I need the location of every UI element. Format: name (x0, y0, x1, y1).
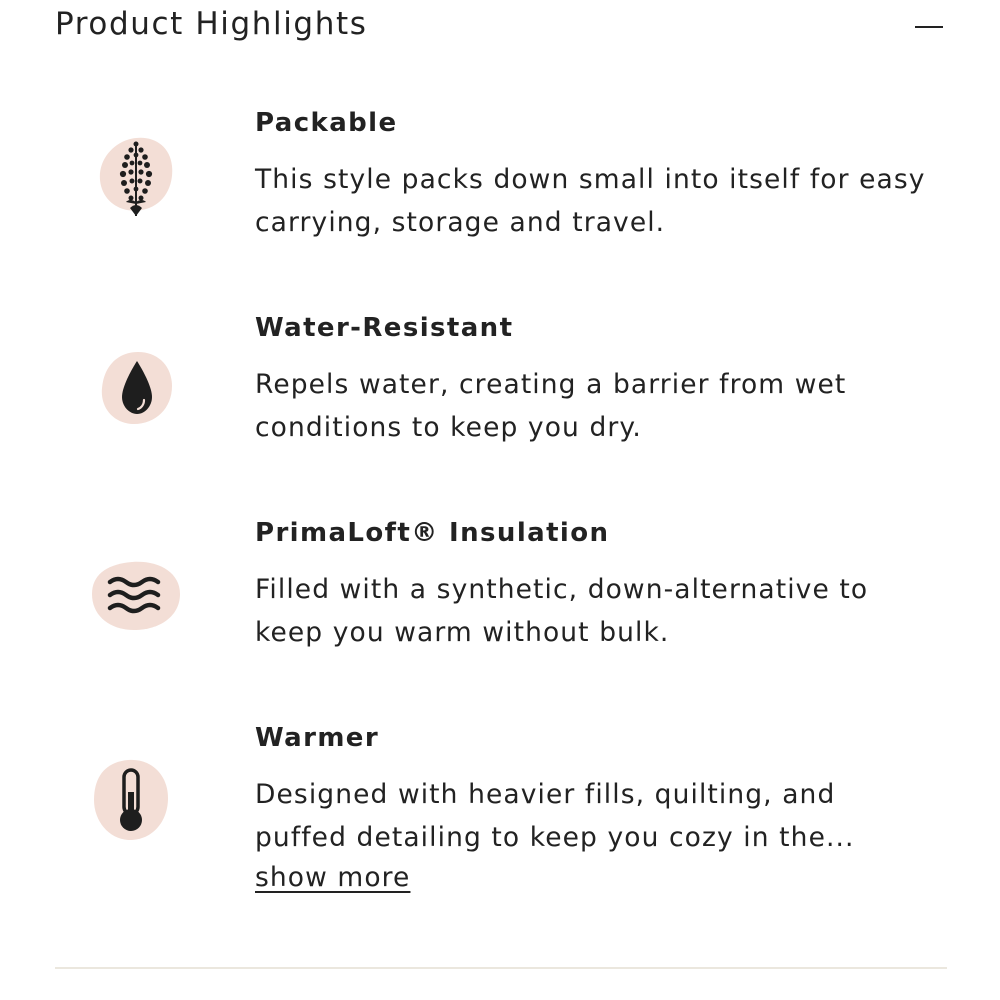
water-drop-icon (92, 344, 182, 434)
highlight-title: Packable (255, 108, 398, 138)
highlight-description: Repels water, creating a barrier from we… (255, 369, 847, 443)
thermometer-icon (88, 756, 178, 846)
highlight-description: Filled with a synthetic, down-alternativ… (255, 574, 869, 648)
show-more-link[interactable]: show more (255, 862, 410, 893)
highlight-title: Warmer (255, 723, 380, 753)
product-highlights-header[interactable]: Product Highlights (55, 0, 947, 56)
section-divider (55, 967, 947, 969)
collapse-button[interactable] (913, 10, 947, 44)
section-title: Product Highlights (55, 6, 368, 42)
highlight-description: This style packs down small into itself … (255, 164, 926, 238)
minus-icon (915, 26, 943, 28)
waves-icon (88, 550, 180, 640)
highlight-description: Designed with heavier fills, quilting, a… (255, 779, 855, 853)
leaf-sprig-icon (92, 132, 182, 222)
highlight-title: PrimaLoft® Insulation (255, 518, 610, 548)
highlight-title: Water-Resistant (255, 313, 514, 343)
